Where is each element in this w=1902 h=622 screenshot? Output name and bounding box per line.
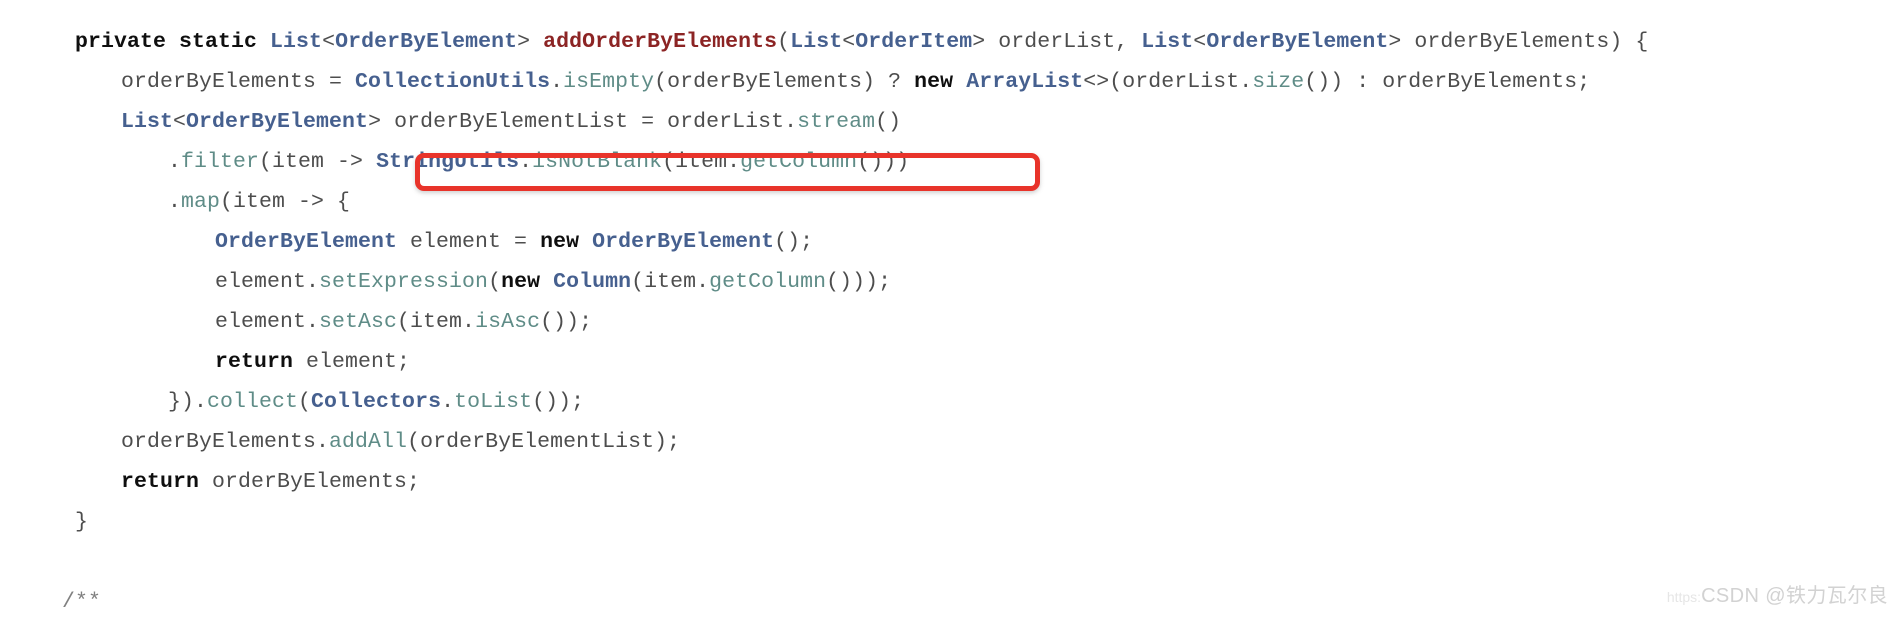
- code-token-plain: ();: [774, 230, 814, 254]
- code-line[interactable]: }).collect(Collectors.toList());: [0, 382, 1902, 422]
- code-editor-content[interactable]: private static List<OrderByElement> addO…: [0, 0, 1902, 622]
- code-token-plain: (item.: [397, 310, 476, 334]
- code-token-method: stream: [797, 110, 876, 134]
- code-line[interactable]: OrderByElement element = new OrderByElem…: [0, 222, 1902, 262]
- code-token-plain: (): [875, 110, 902, 134]
- code-line[interactable]: .filter(item -> StringUtils.isNotBlank(i…: [0, 142, 1902, 182]
- code-token-plain: (item.: [662, 150, 741, 174]
- code-token-keyword: new: [501, 270, 554, 294]
- code-line[interactable]: return element;: [0, 342, 1902, 382]
- code-token-plain: <>(orderList.: [1083, 70, 1253, 94]
- code-token-method: getColumn: [740, 150, 858, 174]
- code-token-keyword: return: [121, 470, 213, 494]
- code-token-plain: >: [517, 30, 544, 54]
- code-line[interactable]: /**: [0, 582, 1902, 622]
- code-line[interactable]: [0, 542, 1902, 582]
- code-token-method: isAsc: [475, 310, 541, 334]
- code-token-keyword: return: [215, 350, 307, 374]
- code-token-keyword: static: [179, 30, 271, 54]
- code-token-plain: <: [173, 110, 187, 134]
- code-token-plain: element.: [215, 270, 320, 294]
- code-token-plain: > orderByElements) {: [1388, 30, 1649, 54]
- code-token-plain: .: [168, 190, 182, 214]
- code-token-type: StringUtils: [376, 150, 520, 174]
- code-token-plain: orderByElements.: [121, 430, 330, 454]
- code-token-plain: element =: [397, 230, 541, 254]
- code-line[interactable]: orderByElements.addAll(orderByElementLis…: [0, 422, 1902, 462]
- code-token-plain: <: [1193, 30, 1207, 54]
- code-token-type: List: [790, 30, 843, 54]
- code-token-plain: <: [842, 30, 856, 54]
- code-line[interactable]: .map(item -> {: [0, 182, 1902, 222]
- code-token-plain: (: [298, 390, 312, 414]
- code-token-comment: /**: [62, 590, 102, 614]
- code-token-plain: (item ->: [259, 150, 377, 174]
- code-screenshot: private static List<OrderByElement> addO…: [0, 0, 1902, 616]
- code-token-type: OrderByElement: [592, 230, 775, 254]
- code-token-type: Column: [553, 270, 632, 294]
- code-token-plain: element;: [306, 350, 411, 374]
- code-line[interactable]: element.setExpression(new Column(item.ge…: [0, 262, 1902, 302]
- code-token-plain: ())): [857, 150, 910, 174]
- code-token-plain: .: [519, 150, 533, 174]
- code-token-method: getColumn: [709, 270, 827, 294]
- code-token-type: OrderByElement: [186, 110, 369, 134]
- code-token-method: setExpression: [319, 270, 489, 294]
- code-line[interactable]: List<OrderByElement> orderByElementList …: [0, 102, 1902, 142]
- code-token-plain: (: [488, 270, 502, 294]
- code-token-plain: > orderList,: [972, 30, 1142, 54]
- code-token-keyword: new: [540, 230, 593, 254]
- code-token-plain: > orderByElementList = orderList.: [368, 110, 798, 134]
- code-token-type: OrderItem: [855, 30, 973, 54]
- code-token-plain: .: [550, 70, 564, 94]
- code-line[interactable]: }: [0, 502, 1902, 542]
- code-token-plain: (item -> {: [220, 190, 351, 214]
- watermark-url: https:: [1666, 589, 1702, 605]
- csdn-watermark: https:CSDN @铁力瓦尔良: [1667, 579, 1888, 608]
- code-token-keyword: new: [914, 70, 967, 94]
- code-token-plain: ());: [532, 390, 585, 414]
- code-token-plain: orderByElements =: [121, 70, 356, 94]
- code-token-type: OrderByElement: [1206, 30, 1389, 54]
- code-token-plain: <: [322, 30, 336, 54]
- code-token-type: CollectionUtils: [355, 70, 551, 94]
- code-token-plain: (item.: [631, 270, 710, 294]
- code-token-plain: ());: [540, 310, 593, 334]
- code-token-method: map: [181, 190, 221, 214]
- code-token-method: addAll: [329, 430, 408, 454]
- code-token-method: setAsc: [319, 310, 398, 334]
- code-token-type: ArrayList: [966, 70, 1084, 94]
- code-token-plain: }: [75, 510, 89, 534]
- code-token-plain: (: [777, 30, 791, 54]
- code-token-plain: ()) : orderByElements;: [1304, 70, 1591, 94]
- code-line[interactable]: return orderByElements;: [0, 462, 1902, 502]
- code-token-type: List: [1141, 30, 1194, 54]
- code-token-type: Collectors: [311, 390, 442, 414]
- code-token-plain: .: [441, 390, 455, 414]
- code-token-plain: (orderByElementList);: [407, 430, 681, 454]
- code-line[interactable]: private static List<OrderByElement> addO…: [0, 22, 1902, 62]
- code-token-plain: (orderByElements) ?: [654, 70, 915, 94]
- code-token-method: isEmpty: [563, 70, 655, 94]
- code-line[interactable]: orderByElements = CollectionUtils.isEmpt…: [0, 62, 1902, 102]
- code-token-method: filter: [181, 150, 260, 174]
- code-token-plain: .: [168, 150, 182, 174]
- code-token-type: OrderByElement: [215, 230, 398, 254]
- code-token-type: OrderByElement: [335, 30, 518, 54]
- code-token-keyword: private: [75, 30, 180, 54]
- code-token-method: collect: [207, 390, 299, 414]
- code-line[interactable]: element.setAsc(item.isAsc());: [0, 302, 1902, 342]
- code-token-method: isNotBlank: [532, 150, 663, 174]
- code-token-method: size: [1252, 70, 1305, 94]
- code-token-type: List: [121, 110, 174, 134]
- code-token-decl: addOrderByElements: [543, 30, 778, 54]
- code-token-type: List: [270, 30, 323, 54]
- watermark-text: CSDN @铁力瓦尔良: [1701, 585, 1888, 607]
- code-token-plain: }).: [168, 390, 208, 414]
- code-token-plain: ()));: [826, 270, 892, 294]
- code-token-plain: orderByElements;: [212, 470, 421, 494]
- code-token-plain: element.: [215, 310, 320, 334]
- code-token-method: toList: [454, 390, 533, 414]
